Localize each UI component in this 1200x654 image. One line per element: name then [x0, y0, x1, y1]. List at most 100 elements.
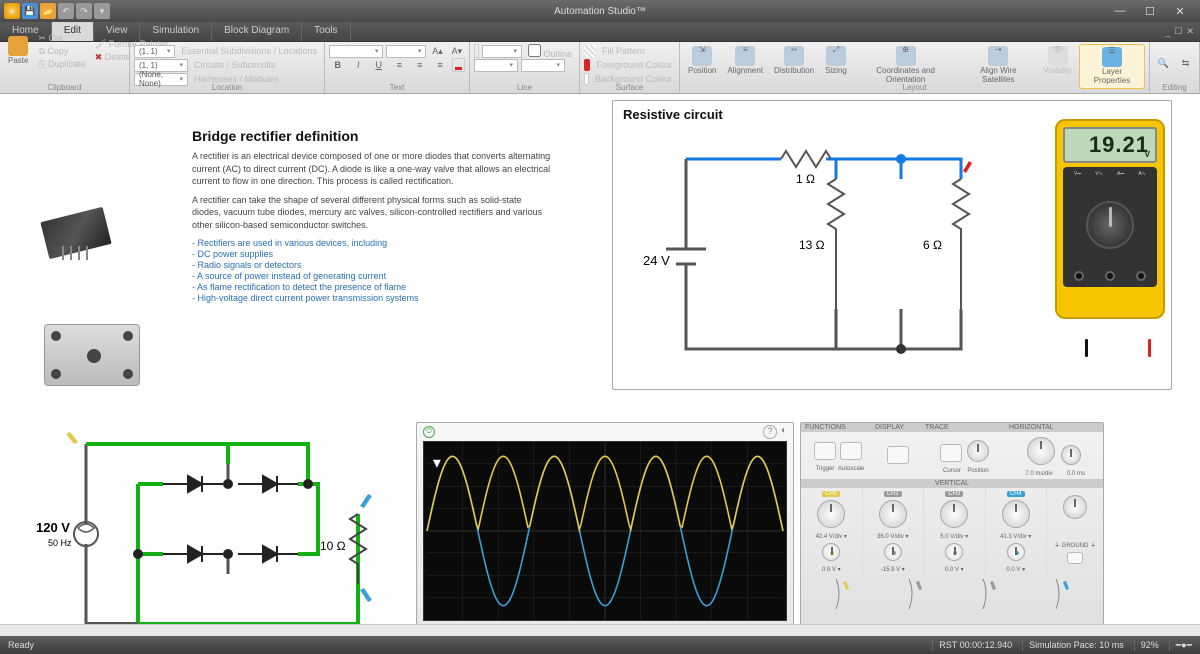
bridge-rectifier-diagram: 120 V 50 Hz 10 Ω [28, 414, 398, 624]
svg-text:50 Hz: 50 Hz [48, 538, 72, 548]
sizing-button[interactable]: ⤢Sizing [821, 44, 851, 78]
bridge-component-image [44, 324, 140, 386]
document-canvas[interactable]: Bridge rectifier definition A rectifier … [0, 94, 1200, 624]
resistive-circuit-panel: Resistive circuit [612, 100, 1172, 390]
group-layout-label: Layout [680, 83, 1149, 92]
circuits-button[interactable]: Circuits / Subcircuits [191, 59, 279, 71]
channel-badge-CH3[interactable]: CH3 [945, 491, 963, 497]
trace-position-knob[interactable] [967, 440, 989, 462]
align-wire-button[interactable]: ⇢Align Wire Satellites [960, 44, 1036, 87]
scope-menu-icon[interactable]: ◐ [781, 425, 787, 439]
CH3-vdiv-knob[interactable] [940, 500, 968, 528]
qat-open-icon[interactable]: 📂 [40, 3, 56, 19]
tab-tools[interactable]: Tools [302, 22, 350, 41]
align-right-icon[interactable]: ≡ [431, 54, 448, 76]
ground-button[interactable] [1067, 552, 1083, 564]
visibility-button[interactable]: 👁Visibility [1039, 44, 1076, 78]
meter-dial[interactable] [1086, 201, 1134, 249]
alignment-button[interactable]: ≡Alignment [723, 44, 767, 78]
mdi-close-icon[interactable]: ✕ [1186, 26, 1194, 37]
group-surface-label: Surface [580, 83, 679, 92]
horizontal-scrollbar[interactable] [0, 624, 1200, 636]
essential-subdiv-button[interactable]: Essential Subdivisions / Locations [178, 45, 320, 57]
meter-port-v[interactable] [1105, 271, 1115, 281]
paste-button[interactable]: Paste [4, 34, 32, 68]
status-zoom: 92% [1134, 640, 1159, 651]
qat-undo-icon[interactable]: ↶ [58, 3, 74, 19]
cut-button[interactable]: ✂ Cut [35, 32, 88, 45]
timebase-knob[interactable] [1027, 437, 1055, 465]
CH1-offset-knob[interactable] [822, 543, 840, 561]
cursor-button[interactable] [940, 444, 962, 462]
text-color-button[interactable] [452, 58, 465, 72]
probe-CH1[interactable] [832, 577, 852, 613]
italic-button[interactable]: I [349, 54, 366, 76]
scope-help-icon[interactable]: ? [763, 425, 777, 439]
autoscale-button[interactable] [840, 442, 862, 460]
channel-badge-CH2[interactable]: CH2 [884, 491, 902, 497]
coord1-combo[interactable]: (1, 1) [134, 45, 175, 58]
oscilloscope-screen[interactable] [423, 441, 787, 621]
fill-pattern-button[interactable]: Fill Pattern [599, 45, 648, 57]
CH4-offset-knob[interactable] [1007, 543, 1025, 561]
duplicate-button[interactable]: ⎘ Duplicate [35, 58, 88, 71]
underline-button[interactable]: U [370, 54, 387, 76]
probe-CH2[interactable] [905, 577, 925, 613]
position-button[interactable]: ⇲Position [684, 44, 720, 78]
qat-redo-icon[interactable]: ↷ [76, 3, 92, 19]
qat-save-icon[interactable]: 💾 [22, 3, 38, 19]
app-icon: ● [4, 3, 20, 19]
svg-text:6 Ω: 6 Ω [923, 238, 942, 252]
probe-CH4[interactable] [1052, 577, 1072, 613]
channel-badge-CH1[interactable]: CH1 [822, 491, 840, 497]
status-pace: Simulation Pace: 10 ms [1022, 640, 1124, 651]
distribution-button[interactable]: ⇿Distribution [770, 44, 818, 78]
layer-properties-button[interactable]: ☰Layer Properties [1079, 44, 1145, 89]
channel-badge-CH4[interactable]: CH4 [1007, 491, 1025, 497]
CH2-offset-knob[interactable] [884, 543, 902, 561]
CH3-offset-knob[interactable] [945, 543, 963, 561]
find-icon[interactable]: 🔍 [1154, 52, 1173, 74]
scope-power-icon[interactable]: ⏻ [423, 426, 435, 438]
align-center-icon[interactable]: ≡ [411, 54, 428, 76]
window-minimize[interactable]: — [1108, 5, 1132, 18]
bold-button[interactable]: B [329, 54, 346, 76]
fg-color-icon [584, 59, 590, 71]
arrow-combo[interactable] [521, 59, 565, 72]
meter-port-a[interactable] [1136, 271, 1146, 281]
trigger-button[interactable] [814, 442, 836, 460]
multimeter[interactable]: 19.21V V⎓V∿A⎓A∿ [1055, 119, 1165, 339]
outline-checkbox[interactable] [528, 44, 541, 57]
line-style-combo[interactable] [474, 59, 518, 72]
mdi-max-icon[interactable]: ☐ [1174, 26, 1182, 37]
mdi-min-icon[interactable]: _ [1165, 27, 1170, 37]
fg-color-button[interactable]: Foreground Colour [593, 59, 675, 71]
replace-icon[interactable]: ⇆ [1176, 52, 1195, 74]
copy-button[interactable]: ⧉ Copy [35, 45, 88, 58]
meter-lead-black[interactable] [1085, 339, 1088, 357]
window-close[interactable]: ✕ [1168, 5, 1192, 18]
meter-port-com[interactable] [1074, 271, 1084, 281]
doc-para-2: A rectifier can take the shape of severa… [192, 194, 552, 232]
time-offset-knob[interactable] [1061, 445, 1081, 465]
doc-heading: Bridge rectifier definition [192, 128, 552, 144]
coords-button[interactable]: ⊕Coordinates and Orientation [854, 44, 957, 87]
window-maximize[interactable]: ☐ [1138, 5, 1162, 18]
doc-para-1: A rectifier is an electrical device comp… [192, 150, 552, 188]
meter-lead-red[interactable] [1148, 339, 1151, 357]
display-button[interactable] [887, 446, 909, 464]
meter-display: 19.21V [1063, 127, 1157, 163]
line-color-button[interactable] [474, 44, 479, 58]
zoom-slider[interactable]: ━●━ [1169, 640, 1192, 651]
tab-block-diagram[interactable]: Block Diagram [212, 22, 302, 41]
line-weight-combo[interactable] [482, 45, 522, 58]
qat-dropdown-icon[interactable]: ▾ [94, 3, 110, 19]
aux-knob[interactable] [1063, 495, 1087, 519]
probe-CH3[interactable] [979, 577, 999, 613]
svg-text:120 V: 120 V [36, 520, 70, 535]
CH1-vdiv-knob[interactable] [817, 500, 845, 528]
CH4-vdiv-knob[interactable] [1002, 500, 1030, 528]
align-left-icon[interactable]: ≡ [390, 54, 407, 76]
CH2-vdiv-knob[interactable] [879, 500, 907, 528]
status-rst: RST 00:00:12.940 [932, 640, 1012, 651]
